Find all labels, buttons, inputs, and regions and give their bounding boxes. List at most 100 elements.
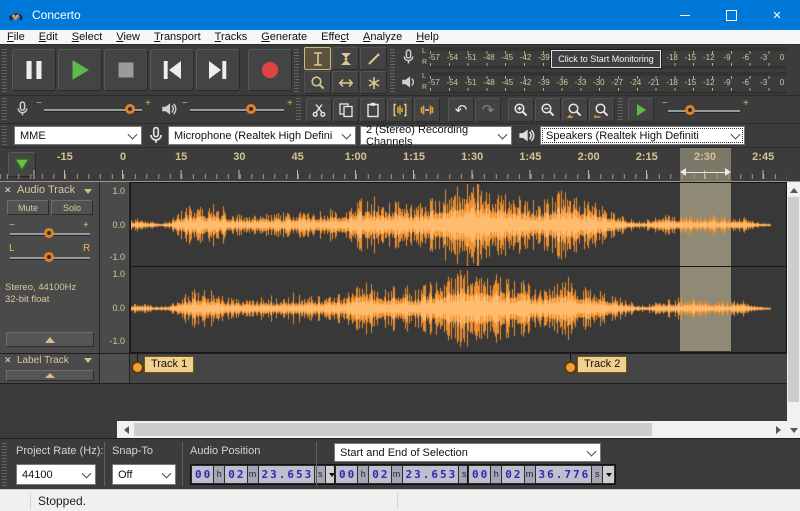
scroll-right-arrow[interactable] <box>771 421 785 438</box>
meter-toolbar-grip[interactable] <box>390 48 395 92</box>
zoom-in-icon <box>513 102 529 118</box>
menu-view[interactable]: View <box>109 30 147 45</box>
transport-toolbar-grip[interactable] <box>2 48 7 92</box>
skip-end-button[interactable] <box>196 49 240 91</box>
title-bar[interactable]: Concerto ✕ <box>0 0 800 30</box>
device-toolbar-grip[interactable] <box>2 125 7 145</box>
time-digits[interactable]: 02 <box>502 466 524 483</box>
selection-start-field[interactable]: 00 h 02 m 23.653 s <box>334 464 484 485</box>
zoom-in-button[interactable] <box>508 98 534 122</box>
time-digits[interactable]: 02 <box>369 466 391 483</box>
pause-button[interactable] <box>12 49 56 91</box>
copy-button[interactable] <box>333 98 359 122</box>
label-text-box[interactable]: Track 1 <box>143 356 195 373</box>
selection-tool-button[interactable] <box>304 47 331 70</box>
envelope-tool-icon <box>338 51 354 67</box>
chevron-down-icon <box>161 468 172 479</box>
time-digits[interactable]: 00 <box>336 466 358 483</box>
menu-generate[interactable]: Generate <box>254 30 314 45</box>
playback-volume-slider[interactable] <box>190 109 284 111</box>
mute-button[interactable]: Mute <box>7 200 49 215</box>
record-button[interactable] <box>248 49 292 91</box>
zoom-selection-button[interactable] <box>562 98 588 122</box>
mixer-toolbar-grip[interactable] <box>2 98 7 120</box>
play-at-speed-button[interactable] <box>628 98 654 122</box>
playback-device-select[interactable]: Speakers (Realtek High Definiti <box>540 126 745 145</box>
audio-track-close-icon[interactable]: ✕ <box>4 185 12 196</box>
pan-slider-thumb[interactable] <box>44 252 54 262</box>
selection-toolbar-grip[interactable] <box>2 442 7 486</box>
menu-select[interactable]: Select <box>65 30 110 45</box>
envelope-tool-button[interactable] <box>332 47 359 70</box>
stop-button[interactable] <box>104 49 148 91</box>
time-digits[interactable]: 00 <box>469 466 491 483</box>
draw-tool-button[interactable] <box>360 47 387 70</box>
redo-button[interactable]: ↷ <box>475 98 501 122</box>
trim-audio-button[interactable] <box>387 98 413 122</box>
gain-slider-thumb[interactable] <box>44 228 54 238</box>
play-button[interactable] <box>58 49 102 91</box>
silence-audio-button[interactable] <box>414 98 440 122</box>
edit-toolbar-grip[interactable] <box>296 98 301 120</box>
label-flag-icon[interactable] <box>130 361 144 374</box>
menu-transport[interactable]: Transport <box>147 30 208 45</box>
menu-file[interactable]: File <box>0 30 32 45</box>
cut-button[interactable] <box>306 98 332 122</box>
time-digits[interactable]: 00 <box>192 466 214 483</box>
skip-start-button[interactable] <box>150 49 194 91</box>
waveform-channel-left[interactable] <box>131 184 786 266</box>
track-format-line2: 32-bit float <box>5 294 50 305</box>
meter-scale-value: -45 <box>501 53 514 62</box>
solo-button[interactable]: Solo <box>51 200 93 215</box>
play-speed-thumb[interactable] <box>684 105 695 115</box>
audio-track-menu-icon[interactable] <box>84 189 92 194</box>
zoom-out-button[interactable] <box>535 98 561 122</box>
horizontal-scrollbar-thumb[interactable] <box>134 423 652 436</box>
label-text-box[interactable]: Track 2 <box>577 356 628 373</box>
horizontal-scrollbar[interactable] <box>117 421 787 438</box>
menu-tracks[interactable]: Tracks <box>208 30 255 45</box>
vertical-scrollbar[interactable] <box>787 182 800 438</box>
vertical-scale-ruler[interactable]: 1.0 0.0 -1.0 1.0 0.0 -1.0 <box>100 182 130 353</box>
close-button[interactable]: ✕ <box>754 0 800 30</box>
play-speed-slider[interactable] <box>668 110 740 112</box>
menu-edit[interactable]: Edit <box>32 30 65 45</box>
playback-meter[interactable]: L R -57 -54 -51 -48 -45 -42 -39 -36 -33 -30 -27 -24 -2… <box>396 70 788 95</box>
playback-device-icon <box>519 129 535 142</box>
audio-host-select[interactable]: MME <box>14 126 142 145</box>
play-speed-toolbar-grip[interactable] <box>618 98 623 120</box>
label-flag-icon[interactable] <box>564 361 578 374</box>
menu-help[interactable]: Help <box>409 30 446 45</box>
project-rate-select[interactable]: 44100 <box>16 464 96 485</box>
maximize-button[interactable] <box>708 0 754 30</box>
time-digits[interactable]: 02 <box>225 466 247 483</box>
scroll-left-arrow[interactable] <box>119 421 133 438</box>
time-digits[interactable]: 36.776 <box>535 466 592 483</box>
time-digits[interactable]: 23.653 <box>258 466 315 483</box>
snap-to-select[interactable]: Off <box>112 464 176 485</box>
minimize-button[interactable] <box>662 0 708 30</box>
waveform-channel-right[interactable] <box>131 267 786 350</box>
time-shift-tool-button[interactable] <box>332 71 359 94</box>
recording-device-select[interactable]: Microphone (Realtek High Defini <box>168 126 356 145</box>
scroll-up-arrow[interactable] <box>787 184 800 196</box>
tools-toolbar-grip[interactable] <box>294 48 299 92</box>
paste-button[interactable] <box>360 98 386 122</box>
recording-channels-select[interactable]: 2 (Stereo) Recording Channels <box>360 124 512 148</box>
multi-tool-button[interactable] <box>360 71 387 94</box>
time-digits[interactable]: 23.653 <box>402 466 459 483</box>
vertical-scrollbar-thumb[interactable] <box>788 197 799 402</box>
selection-mode-select[interactable]: Start and End of Selection <box>334 443 601 462</box>
ruler-label: 0 <box>119 151 127 163</box>
audio-track-collapse-button[interactable] <box>6 332 94 347</box>
zoom-fit-button[interactable] <box>589 98 615 122</box>
scroll-down-arrow[interactable] <box>787 424 800 436</box>
menu-analyze[interactable]: Analyze <box>356 30 409 45</box>
selection-end-field[interactable]: 00 h 02 m 36.776 s <box>467 464 617 485</box>
zoom-tool-button[interactable] <box>304 71 331 94</box>
audio-track-title[interactable]: Audio Track <box>17 184 75 196</box>
undo-button[interactable]: ↶ <box>448 98 474 122</box>
meter-scale-value: -36 <box>556 78 568 87</box>
menu-effect[interactable]: Effect <box>314 30 356 45</box>
time-field-spinner[interactable] <box>603 466 615 483</box>
